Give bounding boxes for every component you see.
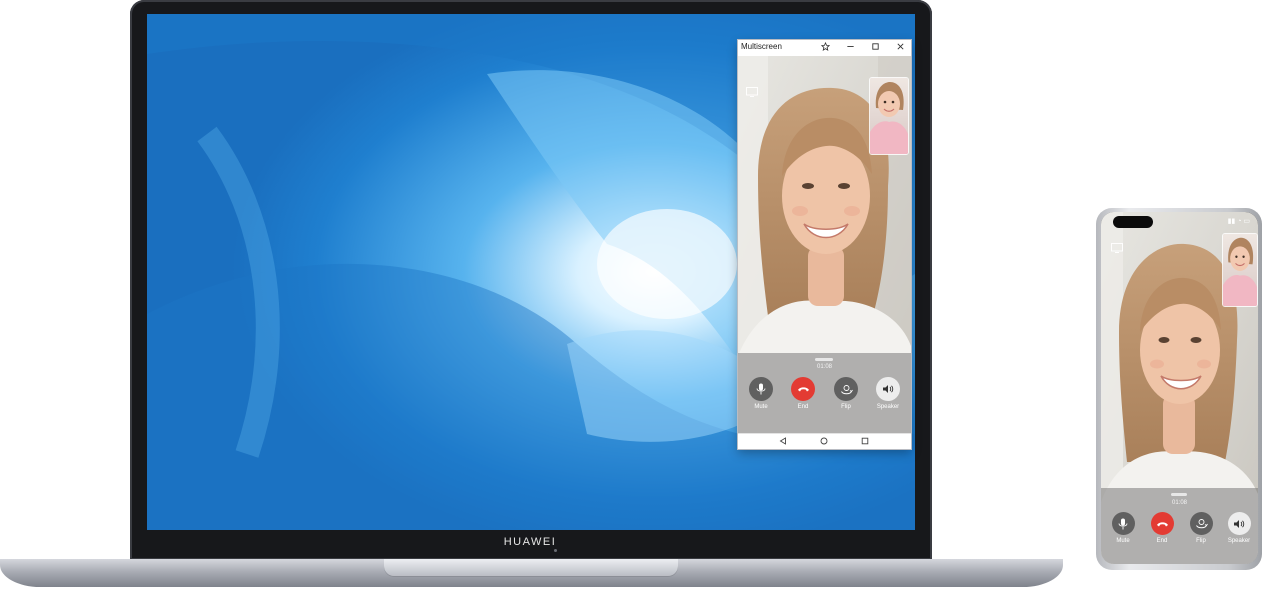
phone-mute-button[interactable]: Mute [1109,512,1137,544]
screen-cast-icon[interactable] [746,84,758,102]
android-nav-bar [738,433,911,449]
panel-drag-handle[interactable] [815,358,833,361]
speaker-icon [876,377,900,401]
minimize-icon[interactable] [839,40,861,56]
phone-speaker-icon [1227,512,1251,535]
phone-call-timer: 01:08 [1171,500,1187,506]
phone-speaker-button[interactable]: Speaker [1225,512,1253,544]
hang-up-icon [791,377,815,401]
phone-self-view-thumbnail[interactable] [1222,233,1258,307]
flip-label: Flip [841,404,851,410]
pin-icon[interactable] [814,40,836,56]
camera-flip-icon [834,377,858,401]
speaker-label: Speaker [876,404,900,410]
mute-label: Mute [754,404,768,410]
phone-mute-label: Mute [1116,538,1130,544]
back-triangle-icon[interactable] [768,435,798,449]
phone-end-call-button[interactable]: End [1148,512,1176,544]
phone-hang-up-icon [1150,512,1174,535]
recents-square-icon[interactable] [850,435,880,449]
phone-call-controls-panel: 01:08 Mute End Flip Speaker [1101,488,1258,564]
multiscreen-window[interactable]: Multiscreen 01:08 Mute End Flip Speaker [738,40,911,449]
flip-camera-button[interactable]: Flip [832,377,860,410]
close-icon[interactable] [889,40,911,56]
phone-end-label: End [1156,538,1168,544]
laptop-hinge [384,559,678,577]
laptop-brand-logo: HUAWEI [503,536,557,548]
video-call-view[interactable]: 01:08 Mute End Flip Speaker [738,56,911,433]
speaker-button[interactable]: Speaker [874,377,902,410]
end-call-button[interactable]: End [789,377,817,410]
phone-flip-label: Flip [1196,538,1206,544]
phone-flip-camera-button[interactable]: Flip [1187,512,1215,544]
child-video-feed [870,78,908,154]
phone-microphone-icon [1111,512,1135,535]
phone-child-video-feed [1223,234,1257,306]
window-titlebar[interactable]: Multiscreen [738,40,911,56]
mute-button[interactable]: Mute [747,377,775,410]
phone-panel-drag-handle[interactable] [1171,493,1187,496]
end-label: End [797,404,809,410]
front-camera-cutout [1113,216,1153,228]
phone-screen-cast-icon[interactable] [1111,240,1123,258]
phone-speaker-label: Speaker [1227,538,1251,544]
call-controls-panel: 01:08 Mute End Flip Speaker [738,353,911,433]
maximize-icon[interactable] [864,40,886,56]
phone-screen[interactable]: ▮▮ ◔ ▭ 01:08 Mute End Flip Speaker [1101,212,1258,564]
home-circle-icon[interactable] [809,435,839,449]
call-timer: 01:08 [816,364,832,370]
window-title: Multiscreen [741,42,782,51]
microphone-icon [749,377,773,401]
status-bar-icons: ▮▮ ◔ ▭ [1227,218,1250,225]
laptop-indicator-dot [554,549,557,552]
phone-camera-flip-icon [1189,512,1213,535]
self-view-thumbnail[interactable] [869,77,909,155]
